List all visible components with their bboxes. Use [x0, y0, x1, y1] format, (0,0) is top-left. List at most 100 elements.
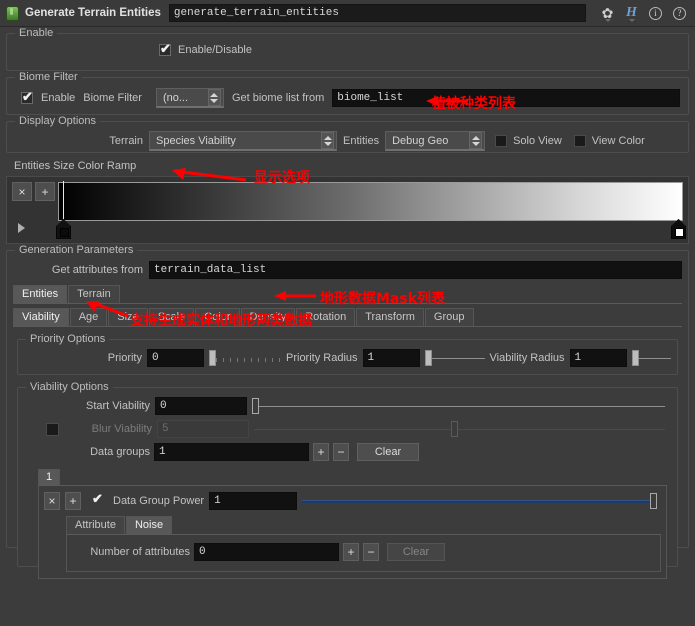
number-of-attributes-input[interactable]: 0 — [194, 543, 339, 561]
generation-parameters-group: Generation Parameters Get attributes fro… — [6, 244, 689, 579]
noise-body: Number of attributes 0 + − Clear — [66, 535, 661, 572]
ramp-remove-point-button[interactable]: × — [12, 182, 32, 201]
biome-list-input[interactable]: biome_list — [332, 89, 680, 107]
tab-color[interactable]: Color — [195, 308, 240, 326]
blur-viability-toggle[interactable] — [46, 422, 59, 436]
priority-radius-slider[interactable] — [424, 349, 485, 367]
data-groups-clear-button[interactable]: Clear — [357, 443, 419, 461]
priority-radius-label: Priority Radius — [286, 352, 358, 364]
data-group-add-button[interactable]: + — [65, 492, 81, 510]
tab-size[interactable]: Size — [108, 308, 148, 326]
tab-group[interactable]: Group — [424, 308, 474, 326]
priority-input[interactable]: 0 — [147, 349, 204, 367]
data-group-tab-1[interactable]: 1 — [38, 469, 61, 485]
chevron-updown-icon[interactable] — [207, 89, 221, 106]
data-groups-add-button[interactable]: + — [313, 443, 329, 461]
enable-disable-checkbox[interactable] — [159, 42, 171, 56]
ramp-expander-icon[interactable] — [18, 223, 25, 233]
ramp-add-point-button[interactable]: + — [35, 182, 55, 201]
terrain-display-dropdown[interactable]: Species Viability — [149, 131, 337, 151]
entities-display-dropdown[interactable]: Debug Geo — [385, 131, 486, 151]
display-options-group: Display Options Terrain Species Viabilit… — [6, 115, 689, 153]
main-tab-bar: Entities Terrain — [13, 285, 682, 304]
tab-rotation[interactable]: Rotation — [296, 308, 356, 326]
tab-entities[interactable]: Entities — [13, 285, 68, 303]
data-group-remove-button[interactable]: × — [44, 492, 60, 510]
tab-scale[interactable]: Scale — [148, 308, 195, 326]
biome-filter-dropdown-value: (no... — [162, 91, 189, 104]
view-color-checkbox[interactable] — [573, 135, 586, 147]
priority-label: Priority — [107, 352, 142, 364]
start-viability-label: Start Viability — [86, 400, 150, 412]
ramp-stop-stem — [63, 181, 64, 221]
houdini-h-icon[interactable]: H — [624, 5, 639, 22]
biome-filter-group: Biome Filter Enable Biome Filter (no... … — [6, 71, 689, 115]
title-bar: Generate Terrain Entities generate_terra… — [0, 0, 695, 27]
entities-display-value: Debug Geo — [392, 134, 449, 147]
enable-group-label: Enable — [15, 27, 58, 39]
data-group-power-slider[interactable] — [302, 492, 657, 510]
ramp-stop-black[interactable] — [56, 181, 71, 239]
start-viability-input[interactable]: 0 — [155, 397, 247, 415]
entities-label: Entities — [343, 135, 380, 147]
viability-radius-label: Viability Radius — [489, 352, 565, 364]
node-name-input[interactable]: generate_terrain_entities — [168, 4, 586, 22]
biome-filter-enable-label: Enable — [41, 92, 76, 104]
help-icon[interactable]: ? — [672, 5, 687, 22]
ramp-gradient[interactable] — [58, 182, 683, 221]
entities-size-color-ramp[interactable]: × + — [6, 176, 689, 244]
blur-viability-slider — [254, 420, 665, 438]
data-group-power-checkbox[interactable] — [92, 492, 104, 507]
terrain-display-value: Species Viability — [156, 134, 236, 147]
viability-radius-slider[interactable] — [631, 349, 671, 367]
chevron-updown-icon[interactable] — [469, 132, 483, 149]
enable-disable-label: Enable/Disable — [178, 44, 252, 56]
display-options-group-label: Display Options — [15, 115, 101, 127]
tab-noise[interactable]: Noise — [125, 516, 173, 534]
priority-radius-input[interactable]: 1 — [362, 349, 420, 367]
generation-parameters-group-label: Generation Parameters — [15, 244, 138, 256]
sub-tab-bar: Viability Age Size Scale Color Density R… — [13, 308, 682, 327]
tab-viability[interactable]: Viability — [13, 308, 69, 326]
tab-transform[interactable]: Transform — [356, 308, 424, 326]
info-icon[interactable]: i — [648, 5, 663, 22]
get-attributes-input[interactable]: terrain_data_list — [149, 261, 682, 279]
terrain-label: Terrain — [109, 135, 143, 147]
priority-slider[interactable] — [209, 349, 281, 367]
ramp-body[interactable] — [56, 181, 686, 239]
viability-options-group-label: Viability Options — [26, 381, 113, 393]
terrain-node-icon — [6, 5, 19, 21]
blur-viability-input: 5 — [157, 420, 249, 438]
data-group-body: × + Data Group Power 1 Attribute Noise — [38, 486, 667, 579]
data-group-power-input[interactable]: 1 — [209, 492, 298, 510]
data-groups-input[interactable]: 1 — [154, 443, 309, 461]
chevron-updown-icon[interactable] — [321, 132, 334, 149]
solo-view-label: Solo View — [513, 135, 562, 147]
tab-terrain[interactable]: Terrain — [68, 285, 120, 303]
number-of-attributes-label: Number of attributes — [90, 546, 190, 558]
viability-radius-input[interactable]: 1 — [569, 349, 627, 367]
start-viability-slider[interactable] — [252, 397, 665, 415]
gear-icon[interactable]: ✿ — [600, 5, 615, 22]
ramp-stop-marker-icon — [56, 219, 71, 239]
ramp-stops — [56, 181, 686, 245]
blur-viability-label: Blur Viability — [91, 423, 152, 435]
data-group-tab-bar: 1 — [38, 469, 667, 486]
priority-options-group-label: Priority Options — [26, 333, 110, 345]
ramp-stop-marker-icon — [671, 219, 686, 239]
viability-options-group: Viability Options Start Viability 0 Blur… — [17, 381, 678, 579]
biome-filter-enable-checkbox[interactable] — [21, 90, 33, 104]
biome-filter-group-label: Biome Filter — [15, 71, 82, 83]
attribute-noise-tab-bar: Attribute Noise — [66, 516, 661, 535]
data-group-power-label: Data Group Power — [113, 495, 205, 507]
tab-attribute[interactable]: Attribute — [66, 516, 125, 534]
tab-age[interactable]: Age — [69, 308, 108, 326]
attributes-add-button[interactable]: + — [343, 543, 359, 561]
biome-filter-dropdown[interactable]: (no... — [155, 88, 224, 108]
ramp-stop-white[interactable] — [671, 219, 686, 239]
tab-density[interactable]: Density — [240, 308, 296, 326]
attributes-remove-button[interactable]: − — [363, 543, 379, 561]
data-groups-remove-button[interactable]: − — [333, 443, 349, 461]
solo-view-checkbox[interactable] — [495, 135, 508, 147]
attribute-noise-panel: Attribute Noise Number of attributes 0 +… — [66, 516, 661, 572]
